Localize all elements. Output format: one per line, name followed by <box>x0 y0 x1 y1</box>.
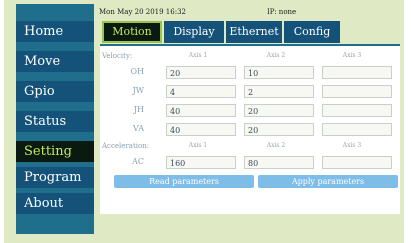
sidebar-item-about[interactable]: About <box>16 193 94 214</box>
velocity-va-axis-3-field[interactable] <box>322 123 392 136</box>
velocity-oh-axis-1-field[interactable]: 20 <box>166 66 236 79</box>
apply-parameters-button[interactable]: Apply parameters <box>258 175 398 188</box>
sidebar-item-status[interactable]: Status <box>16 111 94 132</box>
tab-bar: Motion Display Ethernet Config <box>100 21 340 43</box>
status-datetime: Mon May 20 2019 16:32 <box>99 8 186 16</box>
velocity-va-axis-1-field[interactable]: 40 <box>166 123 236 136</box>
velocity-jh-axis-2-field[interactable]: 20 <box>244 104 314 117</box>
velocity-oh-axis-3-field[interactable] <box>322 66 392 79</box>
motion-panel: Velocity: Axis 1 Axis 2 Axis 3 OH 20 10 … <box>100 44 400 214</box>
acceleration-axis-2-header: Axis 2 <box>266 142 286 149</box>
read-parameters-button[interactable]: Read parameters <box>114 175 254 188</box>
tab-ethernet[interactable]: Ethernet <box>226 21 282 43</box>
velocity-jh-axis-3-field[interactable] <box>322 104 392 117</box>
status-ip: IP: none <box>267 8 297 16</box>
device-screen: Home Move Gpio Status Setting Program Ab… <box>4 0 404 243</box>
sidebar-item-move[interactable]: Move <box>16 51 94 72</box>
acceleration-axis-1-header: Axis 1 <box>188 142 208 149</box>
velocity-jw-axis-3-field[interactable] <box>322 85 392 98</box>
acceleration-ac-axis-1-field[interactable]: 160 <box>166 156 236 169</box>
tab-display[interactable]: Display <box>164 21 224 43</box>
acceleration-axis-3-header: Axis 3 <box>342 142 362 149</box>
sidebar-item-gpio[interactable]: Gpio <box>16 81 94 102</box>
acceleration-section-label: Acceleration: <box>102 142 150 150</box>
sidebar-item-program[interactable]: Program <box>16 167 94 188</box>
acceleration-ac-axis-3-field[interactable] <box>322 156 392 169</box>
velocity-row-label-oh: OH <box>130 67 144 76</box>
velocity-oh-axis-2-field[interactable]: 10 <box>244 66 314 79</box>
velocity-axis-1-header: Axis 1 <box>188 52 208 59</box>
velocity-jw-axis-2-field[interactable]: 2 <box>244 85 314 98</box>
velocity-jw-axis-1-field[interactable]: 4 <box>166 85 236 98</box>
velocity-jh-axis-1-field[interactable]: 40 <box>166 104 236 117</box>
velocity-row-label-va: VA <box>132 124 144 133</box>
velocity-section-label: Velocity: <box>102 52 133 60</box>
acceleration-ac-axis-2-field[interactable]: 80 <box>244 156 314 169</box>
acceleration-row-label-ac: AC <box>132 157 144 166</box>
velocity-row-label-jw: JW <box>132 86 144 95</box>
sidebar-item-home[interactable]: Home <box>16 21 94 42</box>
sidebar: Home Move Gpio Status Setting Program Ab… <box>16 4 94 234</box>
tab-config[interactable]: Config <box>284 21 340 43</box>
sidebar-item-setting[interactable]: Setting <box>16 141 94 162</box>
status-bar: Mon May 20 2019 16:32 IP: none <box>97 5 397 19</box>
velocity-row-label-jh: JH <box>133 105 144 114</box>
velocity-axis-3-header: Axis 3 <box>342 52 362 59</box>
tab-motion[interactable]: Motion <box>102 21 162 43</box>
velocity-axis-2-header: Axis 2 <box>266 52 286 59</box>
velocity-va-axis-2-field[interactable]: 20 <box>244 123 314 136</box>
